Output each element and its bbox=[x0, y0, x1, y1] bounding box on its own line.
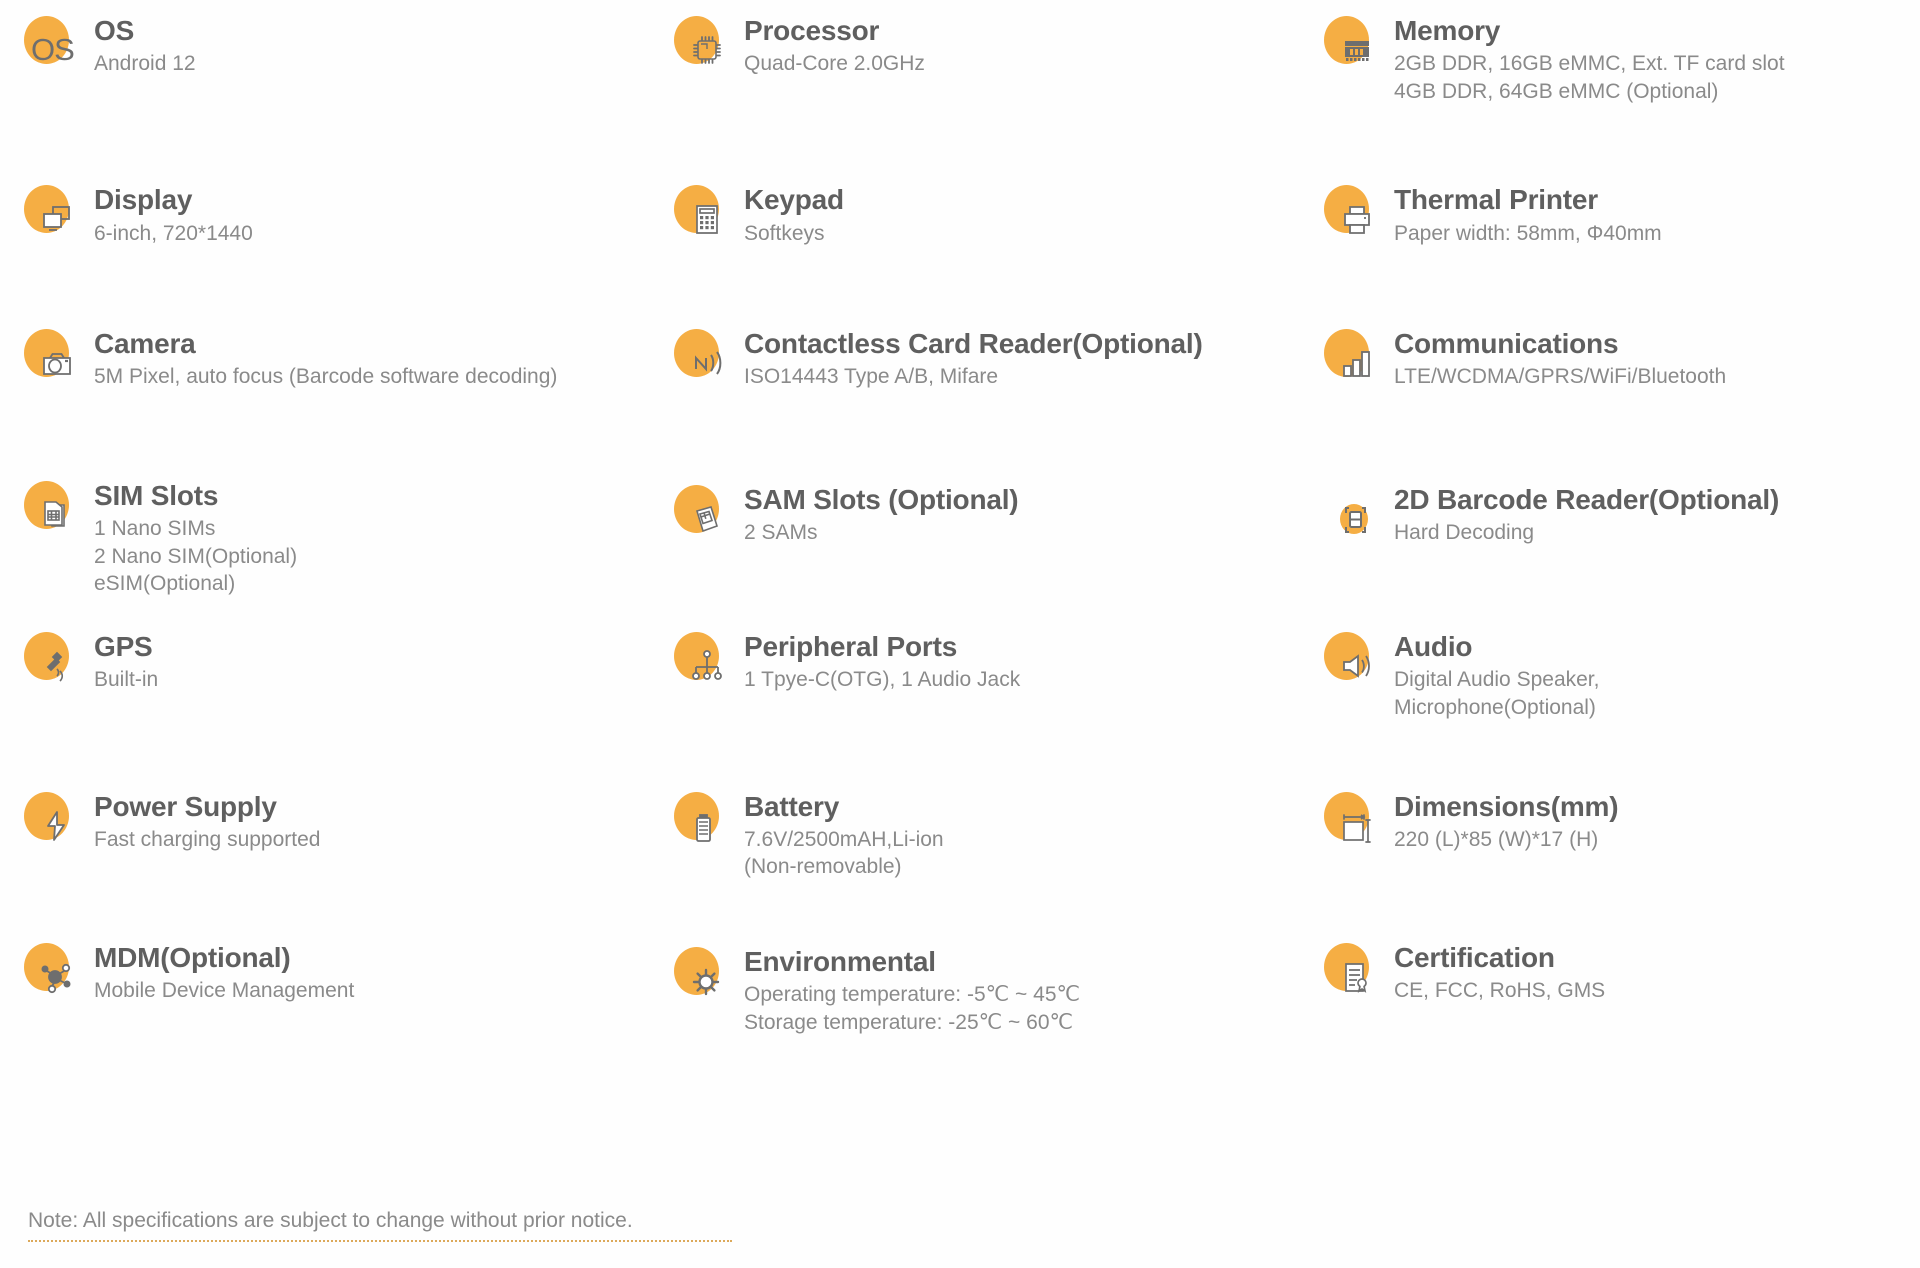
spec-desc: Hard Decoding bbox=[1394, 521, 1535, 544]
spec-item-thermal-printer: Thermal Printer Paper width: 58mm, Φ40mm bbox=[1322, 183, 1920, 247]
spec-title: GPS bbox=[94, 631, 153, 663]
spec-item-sim-slots: SIM Slots 1 Nano SIMs 2 Nano SIM(Optiona… bbox=[22, 479, 672, 598]
spec-title: OS bbox=[94, 15, 135, 46]
spec-item-2d-barcode-reader: 2D Barcode Reader(Optional) Hard Decodin… bbox=[1322, 483, 1920, 598]
spec-title: Audio bbox=[1394, 631, 1473, 663]
spec-desc: Mobile Device Management bbox=[94, 979, 355, 1003]
spec-item-display: Display 6-inch, 720*1440 bbox=[22, 183, 672, 247]
spec-title: Thermal Printer bbox=[1394, 184, 1598, 216]
spec-title: Contactless Card Reader(Optional) bbox=[744, 328, 1203, 360]
spec-item-processor: Processor Quad-Core 2.0GHz bbox=[672, 14, 1322, 105]
spec-sheet: OS OS Android 12 Processor Quad-Core 2.0… bbox=[0, 0, 1920, 1268]
spec-title: Communications bbox=[1394, 328, 1619, 360]
keypad-icon bbox=[672, 183, 734, 245]
spec-desc: Paper width: 58mm, Φ40mm bbox=[1394, 221, 1662, 245]
signal-bars-icon bbox=[1322, 327, 1384, 389]
environmental-sun-icon bbox=[672, 945, 734, 1007]
spec-title: Power Supply bbox=[94, 790, 277, 822]
spec-title: Memory bbox=[1394, 15, 1501, 46]
spec-desc: 2 SAMs bbox=[744, 521, 818, 544]
spec-desc: 1 Tpye-C(OTG), 1 Audio Jack bbox=[744, 668, 1021, 692]
spec-item-environmental: Environmental Operating temperature: -5℃… bbox=[672, 945, 1322, 1036]
spec-item-audio: Audio Digital Audio Speaker, Microphone(… bbox=[1322, 630, 1920, 721]
spec-desc: 7.6V/2500mAH,Li-ion (Non-removable) bbox=[744, 827, 944, 879]
memory-chip-icon bbox=[1322, 14, 1384, 76]
spec-item-os: OS OS Android 12 bbox=[22, 14, 672, 105]
display-monitor-icon bbox=[22, 183, 84, 245]
spec-item-contactless-card-reader: Contactless Card Reader(Optional) ISO144… bbox=[672, 327, 1322, 391]
spec-item-sam-slots: SAM Slots (Optional) 2 SAMs bbox=[672, 483, 1322, 598]
nfc-wave-icon bbox=[672, 327, 734, 389]
spec-title: Dimensions(mm) bbox=[1394, 790, 1619, 822]
spec-title: Peripheral Ports bbox=[744, 631, 958, 663]
battery-icon bbox=[672, 790, 734, 852]
spec-title: Display bbox=[94, 184, 193, 216]
power-bolt-icon bbox=[22, 790, 84, 852]
spec-desc: 1 Nano SIMs 2 Nano SIM(Optional) eSIM(Op… bbox=[94, 517, 298, 596]
sam-card-icon bbox=[672, 483, 734, 545]
spec-item-battery: Battery 7.6V/2500mAH,Li-ion (Non-removab… bbox=[672, 790, 1322, 881]
spec-desc: 6-inch, 720*1440 bbox=[94, 221, 253, 245]
spec-title: SAM Slots (Optional) bbox=[744, 483, 1019, 515]
processor-chip-icon bbox=[672, 14, 734, 76]
spec-desc: Android 12 bbox=[94, 52, 196, 76]
spec-desc: Softkeys bbox=[744, 221, 825, 245]
spec-desc: CE, FCC, RoHS, GMS bbox=[1394, 979, 1606, 1003]
spec-grid: OS OS Android 12 Processor Quad-Core 2.0… bbox=[0, 0, 1920, 1037]
spec-title: Keypad bbox=[744, 184, 844, 216]
spec-item-communications: Communications LTE/WCDMA/GPRS/WiFi/Bluet… bbox=[1322, 327, 1920, 391]
spec-title: SIM Slots bbox=[94, 479, 219, 511]
note-text: Note: All specifications are subject to … bbox=[28, 1209, 633, 1232]
camera-icon bbox=[22, 327, 84, 389]
footer-note: Note: All specifications are subject to … bbox=[28, 1209, 732, 1242]
spec-item-peripheral-ports: Peripheral Ports 1 Tpye-C(OTG), 1 Audio … bbox=[672, 630, 1322, 721]
spec-desc: Operating temperature: -5℃ ~ 45℃ Storage… bbox=[744, 983, 1081, 1034]
spec-desc: ISO14443 Type A/B, Mifare bbox=[744, 365, 999, 389]
spec-title: Certification bbox=[1394, 942, 1555, 974]
spec-desc: Quad-Core 2.0GHz bbox=[744, 52, 925, 76]
spec-item-certification: Certification CE, FCC, RoHS, GMS bbox=[1322, 941, 1920, 1036]
spec-item-dimensions: Dimensions(mm) 220 (L)*85 (W)*17 (H) bbox=[1322, 790, 1920, 881]
mdm-network-icon bbox=[22, 941, 84, 1003]
spec-item-memory: Memory 2GB DDR, 16GB eMMC, Ext. TF card … bbox=[1322, 14, 1920, 105]
os-text-icon: OS bbox=[22, 14, 84, 76]
spec-desc: 5M Pixel, auto focus (Barcode software d… bbox=[94, 365, 558, 389]
spec-title: MDM(Optional) bbox=[94, 942, 291, 974]
gps-satellite-icon bbox=[22, 630, 84, 692]
spec-desc: 2GB DDR, 16GB eMMC, Ext. TF card slot 4G… bbox=[1394, 52, 1785, 103]
spec-item-camera: Camera 5M Pixel, auto focus (Barcode sof… bbox=[22, 327, 672, 391]
peripheral-ports-icon bbox=[672, 630, 734, 692]
barcode-scan-icon bbox=[1322, 483, 1384, 545]
spec-desc: Fast charging supported bbox=[94, 827, 321, 851]
certification-icon bbox=[1322, 941, 1384, 1003]
spec-item-power-supply: Power Supply Fast charging supported bbox=[22, 790, 672, 881]
audio-speaker-icon bbox=[1322, 630, 1384, 692]
spec-title: Battery bbox=[744, 790, 840, 822]
sim-card-stack-icon bbox=[22, 479, 84, 541]
spec-title: Processor bbox=[744, 15, 880, 46]
spec-desc: Built-in bbox=[94, 668, 159, 692]
thermal-printer-icon bbox=[1322, 183, 1384, 245]
spec-desc: LTE/WCDMA/GPRS/WiFi/Bluetooth bbox=[1394, 365, 1727, 389]
spec-title: Camera bbox=[94, 328, 196, 360]
spec-title: Environmental bbox=[744, 946, 936, 978]
spec-desc: Digital Audio Speaker, Microphone(Option… bbox=[1394, 668, 1600, 719]
note-divider bbox=[28, 1240, 732, 1242]
spec-desc: 220 (L)*85 (W)*17 (H) bbox=[1394, 827, 1599, 851]
spec-item-keypad: Keypad Softkeys bbox=[672, 183, 1322, 247]
spec-item-mdm: MDM(Optional) Mobile Device Management bbox=[22, 941, 672, 1036]
spec-item-gps: GPS Built-in bbox=[22, 630, 672, 721]
dimensions-icon bbox=[1322, 790, 1384, 852]
spec-title: 2D Barcode Reader(Optional) bbox=[1394, 483, 1780, 515]
